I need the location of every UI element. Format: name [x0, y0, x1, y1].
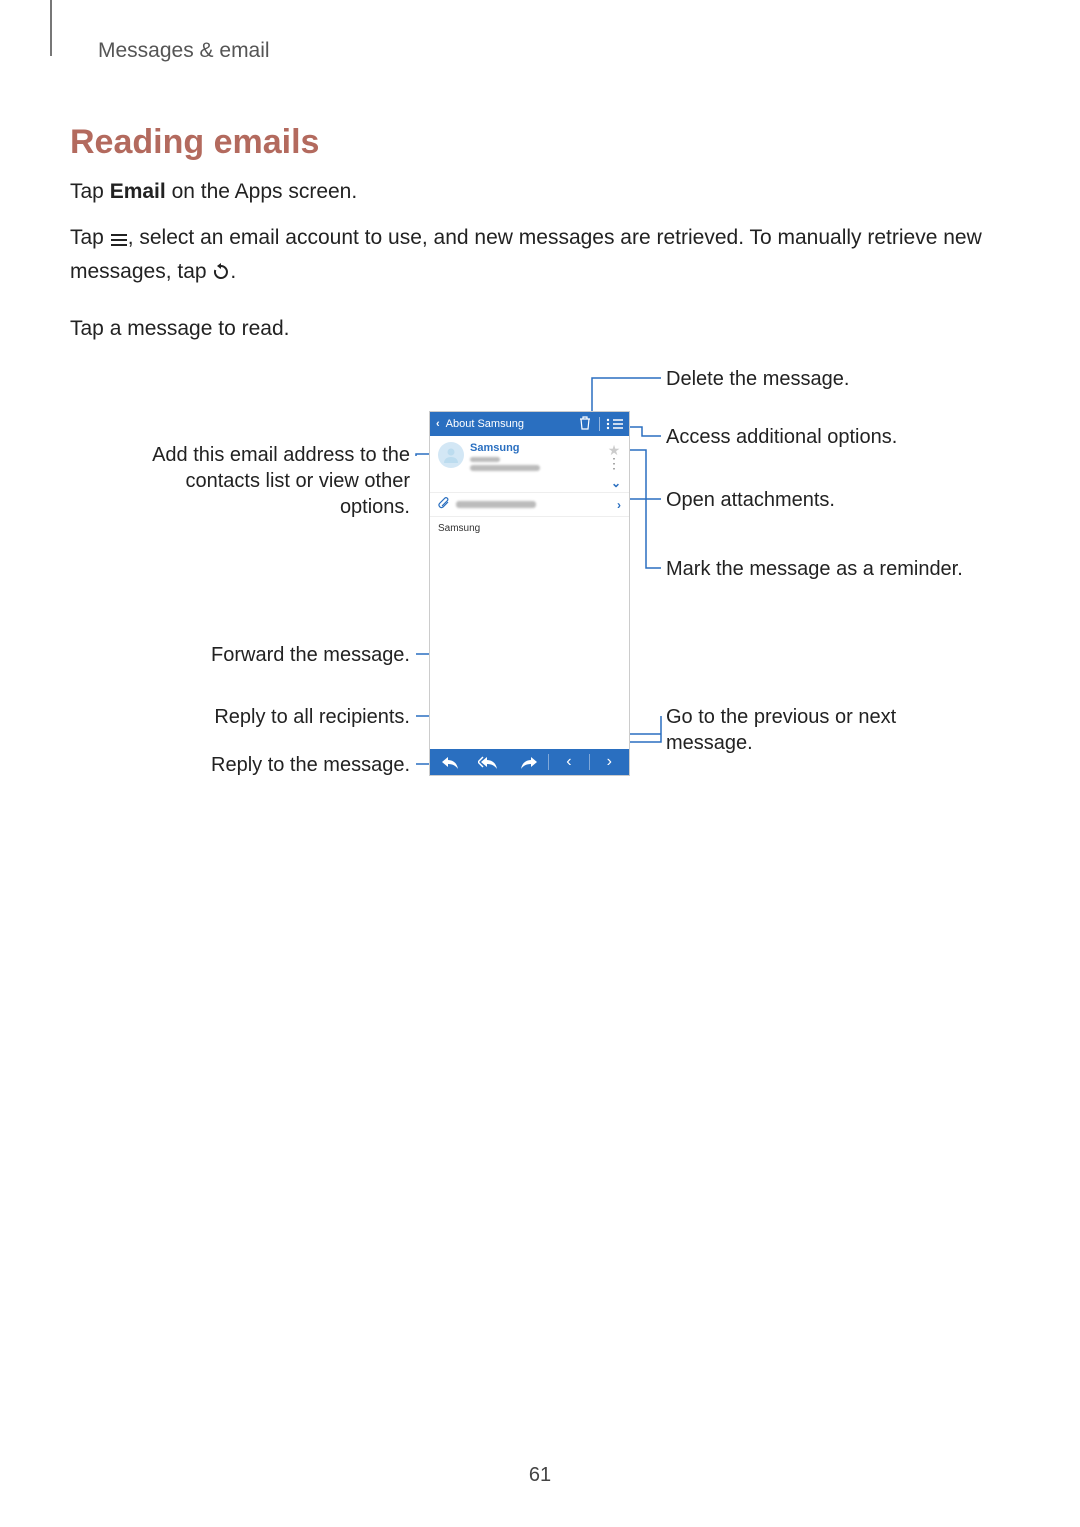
email-body: Samsung — [430, 517, 629, 540]
sender-actions: ★ ⋮ — [607, 442, 621, 474]
breadcrumb: Messages & email — [98, 39, 1010, 63]
section-heading: Reading emails — [70, 123, 1010, 162]
next-icon[interactable]: › — [590, 753, 629, 771]
callout-nav: Go to the previous or next message. — [666, 704, 926, 756]
diagram: Delete the message. Access additional op… — [70, 364, 1010, 804]
callout-delete: Delete the message. — [666, 366, 849, 392]
phone-footer: ‹ › — [430, 749, 629, 775]
text: Tap — [70, 180, 110, 203]
paragraph-2: Tap , select an email account to use, an… — [70, 222, 1010, 291]
avatar-icon[interactable] — [438, 442, 464, 468]
delete-icon[interactable] — [577, 416, 593, 433]
overflow-icon[interactable]: ⋮ — [607, 459, 621, 467]
text: on the Apps screen. — [166, 180, 357, 203]
blur-text — [470, 465, 540, 471]
text: Tap — [70, 226, 110, 249]
callout-attachments: Open attachments. — [666, 487, 835, 513]
sender-row: Samsung ★ ⋮ — [430, 436, 629, 476]
menu-icon — [110, 225, 128, 257]
email-bold: Email — [110, 180, 166, 203]
callout-reminder: Mark the message as a reminder. — [666, 556, 963, 582]
email-subject: About Samsung — [446, 418, 571, 430]
reply-all-icon[interactable] — [469, 755, 508, 769]
phone-screenshot: ‹ About Samsung Samsung — [429, 411, 630, 776]
refresh-icon — [212, 259, 230, 291]
side-rule — [50, 0, 52, 56]
text: , select an email account to use, and ne… — [70, 226, 982, 284]
more-icon[interactable] — [606, 418, 623, 430]
blur-text — [470, 457, 500, 462]
open-attachment-icon[interactable]: › — [617, 498, 621, 512]
attachment-name — [456, 498, 611, 511]
forward-icon[interactable] — [509, 755, 548, 769]
text: . — [230, 260, 236, 283]
separator — [599, 417, 600, 431]
prev-icon[interactable]: ‹ — [549, 753, 588, 771]
back-icon[interactable]: ‹ — [436, 418, 440, 430]
expand-icon[interactable]: ⌄ — [430, 476, 629, 492]
callout-replyall: Reply to all recipients. — [170, 704, 410, 730]
phone-header: ‹ About Samsung — [430, 412, 629, 436]
sender-name: Samsung — [470, 442, 601, 454]
paragraph-1: Tap Email on the Apps screen. — [70, 176, 1010, 208]
callout-contact: Add this email address to the contacts l… — [110, 442, 410, 520]
attachment-row: › — [430, 492, 629, 517]
sender-info: Samsung — [470, 442, 601, 474]
attachment-icon — [438, 497, 450, 512]
callout-reply: Reply to the message. — [170, 752, 410, 778]
reply-icon[interactable] — [430, 755, 469, 769]
page-number: 61 — [0, 1464, 1080, 1487]
callout-options: Access additional options. — [666, 424, 897, 450]
callout-forward: Forward the message. — [170, 642, 410, 668]
page: Messages & email Reading emails Tap Emai… — [0, 0, 1080, 1527]
paragraph-3: Tap a message to read. — [70, 313, 1010, 345]
